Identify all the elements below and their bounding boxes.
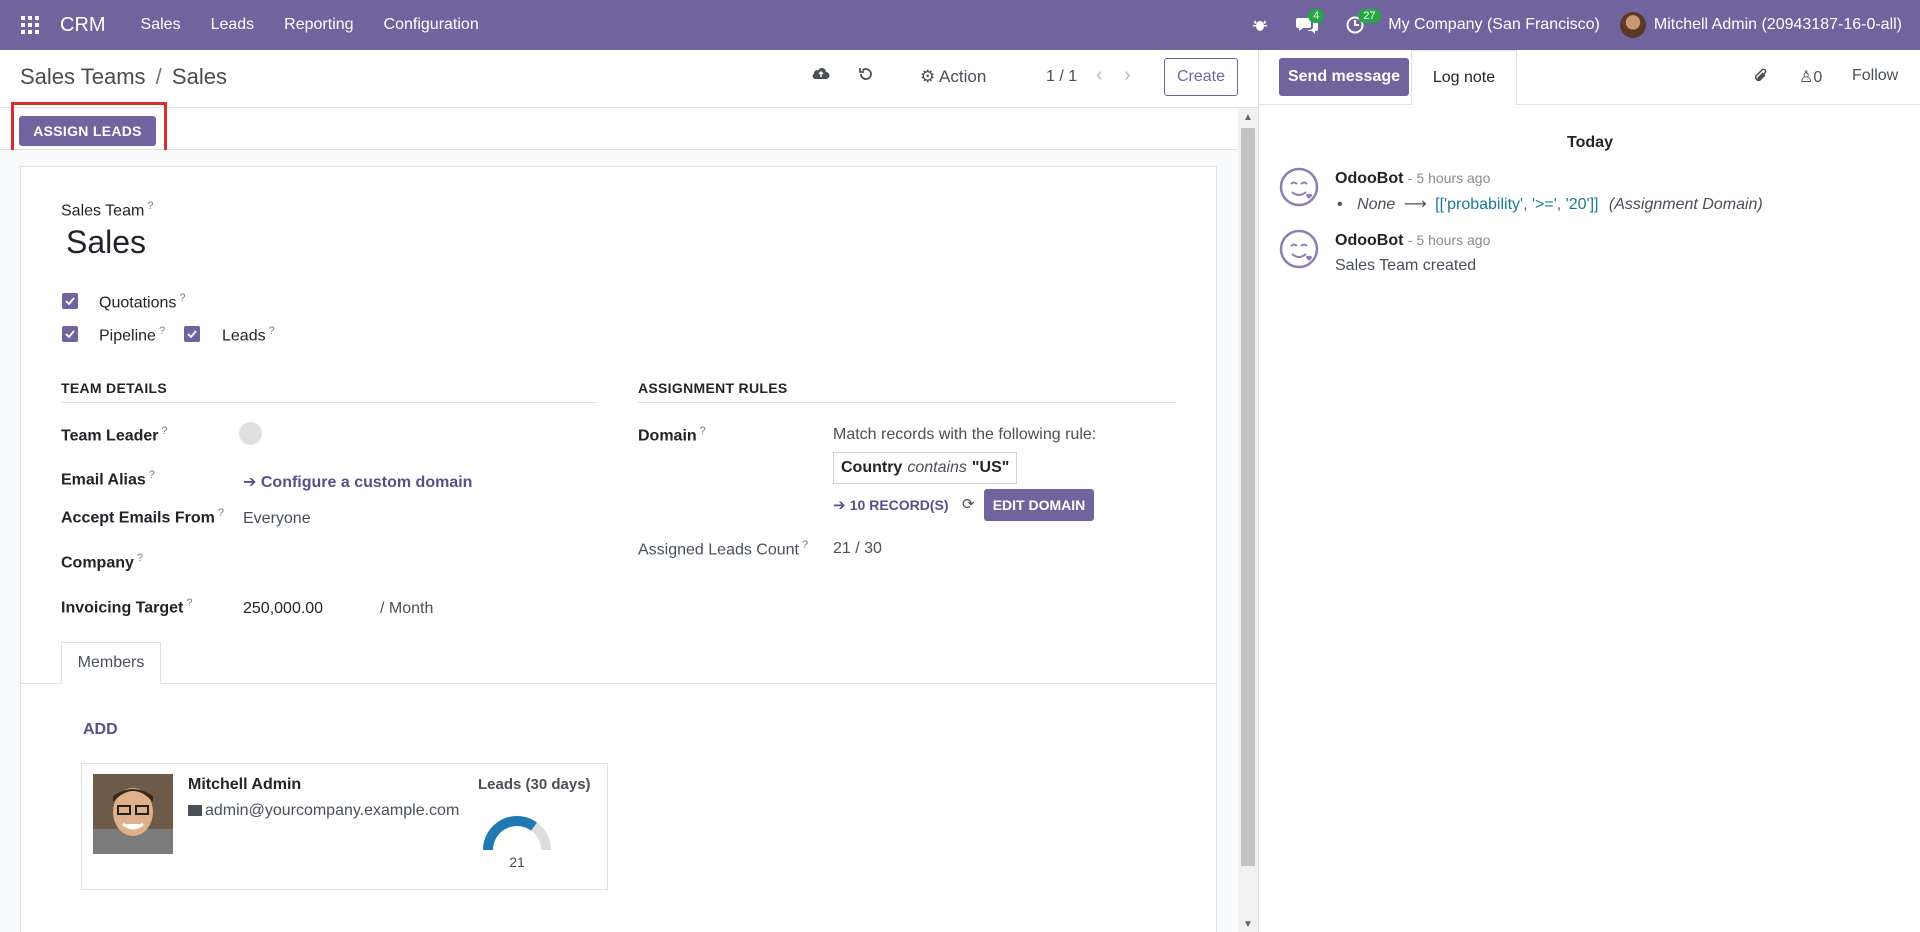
paperclip-icon[interactable]: [1753, 67, 1769, 90]
member-email: admin@yourcompany.example.com: [188, 802, 459, 820]
save-cloud-icon[interactable]: [812, 66, 830, 87]
form-scrollbar[interactable]: ▲ ▼: [1238, 108, 1258, 932]
follow-button[interactable]: Follow: [1852, 67, 1898, 85]
scrollbar-thumb[interactable]: [1241, 128, 1255, 866]
create-button[interactable]: Create: [1164, 58, 1238, 96]
team-details-title: TEAM DETAILS: [61, 380, 597, 403]
action-menu[interactable]: ⚙ Action: [920, 67, 986, 87]
menu-reporting[interactable]: Reporting: [269, 0, 368, 50]
accept-emails-value[interactable]: Everyone: [243, 510, 311, 528]
bullet: •: [1337, 196, 1343, 213]
followers-button[interactable]: ♙0: [1799, 67, 1822, 87]
scroll-up-icon[interactable]: ▲: [1243, 112, 1253, 123]
invoicing-target-input[interactable]: 250,000.00: [243, 600, 323, 618]
domain-label: Domain?: [638, 425, 706, 445]
message-body: Sales Team created: [1335, 257, 1477, 274]
member-leads-title: Leads (30 days): [478, 776, 591, 793]
chatter-topbar: Send message Log note ♙0 Follow: [1259, 50, 1920, 105]
invoicing-target-label: Invoicing Target?: [61, 597, 193, 617]
breadcrumb-current: Sales: [171, 64, 227, 89]
breadcrumb-separator: /: [155, 64, 162, 89]
email-alias-label: Email Alias?: [61, 469, 155, 489]
top-navbar: CRM Sales Leads Reporting Configuration …: [0, 0, 1920, 50]
refresh-icon[interactable]: ⟳: [962, 495, 975, 513]
pager-previous-icon[interactable]: ‹: [1096, 64, 1103, 87]
sales-team-label: Sales Team?: [61, 200, 154, 220]
envelope-icon: [188, 805, 202, 816]
user-avatar: [1619, 12, 1646, 38]
menu-leads[interactable]: Leads: [196, 0, 270, 50]
quotations-checkbox[interactable]: [62, 293, 78, 309]
accept-emails-label: Accept Emails From?: [61, 507, 224, 527]
user-outline-icon: ♙: [1799, 69, 1814, 86]
arrow-right-icon: ➔: [833, 497, 850, 514]
leads-label: Leads?: [222, 325, 275, 345]
user-name: Mitchell Admin (20943187-16-0-all): [1653, 16, 1902, 33]
member-leads-value: 21: [509, 854, 525, 870]
arrow-right-icon: ⟶: [1403, 196, 1427, 213]
domain-rule[interactable]: Country contains "US": [833, 452, 1018, 484]
control-panel: Sales Teams / Sales ⚙ Action 1 / 1 ‹ › C…: [0, 50, 1258, 108]
arrow-right-icon: ➔: [243, 474, 261, 491]
log-note-button[interactable]: Log note: [1411, 50, 1517, 105]
app-brand[interactable]: CRM: [60, 14, 106, 37]
domain-operator: contains: [907, 459, 967, 476]
send-message-button[interactable]: Send message: [1279, 58, 1409, 96]
menu-sales[interactable]: Sales: [126, 0, 196, 50]
apps-menu-icon[interactable]: [0, 0, 60, 50]
pipeline-checkbox[interactable]: [62, 326, 78, 342]
message-author: OdooBot - 5 hours ago: [1335, 232, 1491, 249]
messages-count-badge: 4: [1308, 9, 1325, 23]
gear-icon: ⚙: [920, 67, 936, 86]
chatter-panel: Send message Log note ♙0 Follow Today Od…: [1258, 50, 1920, 932]
pager-next-icon[interactable]: ›: [1124, 64, 1131, 87]
debug-bug-icon[interactable]: [1238, 0, 1282, 50]
team-leader-label: Team Leader?: [61, 425, 168, 445]
domain-value: "US": [971, 459, 1010, 476]
add-member-button[interactable]: ADD: [83, 721, 118, 739]
leads-checkbox[interactable]: [184, 326, 200, 342]
edit-domain-button[interactable]: EDIT DOMAIN: [984, 489, 1094, 521]
assigned-leads-value: 21 / 30: [833, 540, 882, 557]
assigned-leads-label: Assigned Leads Count?: [638, 539, 809, 559]
invoicing-target-unit: / Month: [380, 600, 434, 617]
member-avatar: [93, 774, 173, 854]
odoobot-avatar: [1279, 167, 1319, 207]
member-name: Mitchell Admin: [188, 776, 302, 793]
message-author: OdooBot - 5 hours ago: [1335, 170, 1491, 187]
date-separator: Today: [1567, 134, 1613, 151]
tab-members[interactable]: Members: [61, 642, 161, 684]
pipeline-label: Pipeline?: [99, 325, 166, 345]
leads-gauge: [483, 816, 551, 851]
configure-domain-link[interactable]: ➔ Configure a custom domain: [243, 472, 472, 492]
company-label: Company?: [61, 552, 144, 572]
records-count-link[interactable]: ➔ 10 RECORD(S): [833, 496, 949, 514]
pager-value[interactable]: 1 / 1: [1046, 68, 1077, 86]
domain-intro-text: Match records with the following rule:: [833, 426, 1097, 443]
assignment-rules-title: ASSIGNMENT RULES: [638, 380, 1175, 403]
scroll-down-icon[interactable]: ▼: [1243, 919, 1253, 930]
gauge-fill: [483, 816, 537, 851]
messages-icon[interactable]: 4: [1282, 0, 1332, 50]
odoobot-avatar: [1279, 229, 1319, 269]
team-leader-avatar[interactable]: [239, 422, 262, 445]
form-statusbar: ASSIGN LEADS: [0, 108, 1238, 150]
activities-clock-icon[interactable]: 27: [1332, 0, 1381, 50]
menu-configuration[interactable]: Configuration: [369, 0, 494, 50]
tracking-value: • None ⟶ [['probability', '>=', '20']] (…: [1337, 196, 1763, 213]
domain-field: Country: [841, 459, 903, 476]
discard-undo-icon[interactable]: [858, 66, 874, 87]
breadcrumb-parent[interactable]: Sales Teams: [20, 64, 146, 89]
company-switcher[interactable]: My Company (San Francisco): [1378, 16, 1620, 34]
user-menu[interactable]: Mitchell Admin (20943187-16-0-all): [1619, 12, 1920, 38]
sales-team-name[interactable]: Sales: [66, 224, 146, 261]
tab-divider: [20, 683, 1217, 684]
quotations-label: Quotations?: [99, 292, 186, 312]
breadcrumb: Sales Teams / Sales: [20, 64, 227, 90]
activities-count-badge: 27: [1358, 9, 1381, 23]
member-card[interactable]: Mitchell Admin admin@yourcompany.example…: [81, 763, 608, 890]
